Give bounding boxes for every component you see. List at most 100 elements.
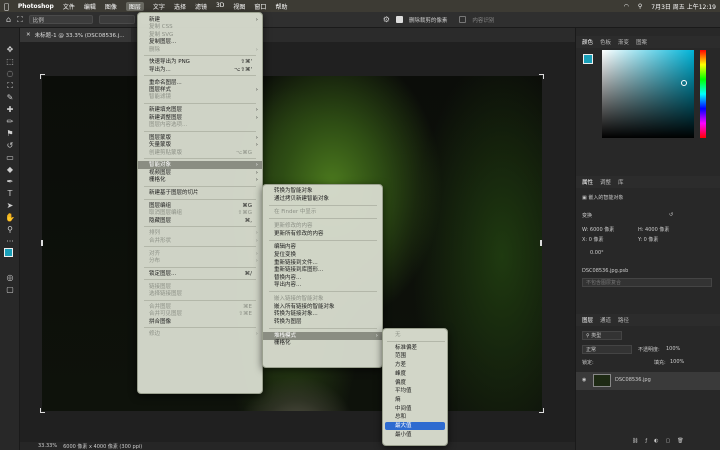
crop-tool-icon[interactable]: ⛶ bbox=[17, 15, 23, 25]
hand-icon[interactable]: ✋ bbox=[4, 212, 16, 223]
brush-icon[interactable]: ✏ bbox=[4, 116, 16, 127]
fill-value[interactable]: 100% bbox=[670, 359, 684, 365]
tab-patterns[interactable]: 图案 bbox=[636, 38, 647, 46]
tab-channels[interactable]: 通道 bbox=[600, 316, 611, 324]
tab-properties[interactable]: 属性 bbox=[582, 178, 593, 186]
history-brush-icon[interactable]: ↺ bbox=[4, 140, 16, 151]
crop-handle[interactable] bbox=[40, 408, 45, 413]
document-tab[interactable]: ✕ 未标题-1 @ 33.3% (DSC08536.j... bbox=[20, 28, 131, 42]
hue-slider[interactable] bbox=[700, 50, 706, 138]
screen-mode-icon[interactable]: ▢ bbox=[4, 284, 16, 295]
menubar-item[interactable]: 选择 bbox=[174, 2, 186, 11]
menubar-item[interactable]: 文字 bbox=[153, 2, 165, 11]
new-layer-icon[interactable]: ▢ bbox=[666, 438, 678, 444]
menu-item[interactable]: 最大值 bbox=[385, 422, 445, 430]
fx-icon[interactable]: ƒ bbox=[645, 438, 654, 444]
menubar-item[interactable]: 文件 bbox=[63, 2, 75, 11]
menubar-item[interactable]: 窗口 bbox=[254, 2, 266, 11]
lasso-tool-icon[interactable]: ◌ bbox=[4, 68, 16, 79]
content-aware-checkbox[interactable] bbox=[459, 16, 467, 23]
more-tools-icon[interactable]: ··· bbox=[4, 236, 16, 247]
clone-stamp-icon[interactable]: ⚑ bbox=[4, 128, 16, 139]
menubar-item[interactable]: 滤镜 bbox=[195, 2, 207, 11]
crop-handle[interactable] bbox=[40, 74, 45, 79]
mask-icon[interactable]: ◐ bbox=[654, 438, 665, 444]
color-picker-cursor[interactable] bbox=[681, 80, 687, 86]
menubar-item[interactable]: 3D bbox=[216, 2, 224, 11]
apple-icon[interactable]:  bbox=[4, 2, 9, 11]
menu-item[interactable]: 最小值 bbox=[385, 431, 445, 439]
zoom-icon[interactable]: ⚲ bbox=[4, 224, 16, 235]
y-value[interactable]: Y: 0 像素 bbox=[638, 236, 658, 243]
blur-icon[interactable]: ◆ bbox=[4, 164, 16, 175]
tab-layers[interactable]: 图层 bbox=[582, 316, 593, 324]
search-icon[interactable]: ⚲ bbox=[638, 3, 642, 10]
menu-item[interactable]: 平均值 bbox=[385, 387, 445, 395]
crop-handle[interactable] bbox=[539, 408, 544, 413]
menubar-item[interactable]: 图层 bbox=[125, 1, 144, 11]
menu-item[interactable]: 新建基于图层的切片 bbox=[138, 189, 262, 197]
width-value[interactable]: W: 6000 像素 bbox=[582, 226, 614, 233]
reset-icon[interactable]: ↺ bbox=[669, 212, 673, 218]
tab-gradients[interactable]: 渐变 bbox=[618, 38, 629, 46]
layer-comp-select[interactable]: 不包含图层复合 bbox=[582, 278, 712, 287]
layer-filter-select[interactable]: ⚲ 类型 bbox=[582, 331, 622, 340]
eye-icon[interactable]: ◉ bbox=[582, 377, 586, 383]
layer-row[interactable]: ◉ DSC08536.jpg bbox=[576, 372, 720, 390]
menu-item[interactable]: 标准偏差 bbox=[385, 344, 445, 352]
menu-item[interactable]: 通过拷贝新建智能对象 bbox=[263, 195, 382, 203]
close-icon[interactable]: ✕ bbox=[26, 32, 31, 38]
eraser-icon[interactable]: ▭ bbox=[4, 152, 16, 163]
menu-item[interactable]: 栅格化 › bbox=[138, 176, 262, 184]
wifi-icon[interactable]: ◠ bbox=[624, 3, 629, 10]
menu-item[interactable]: 导出内容... bbox=[263, 281, 382, 289]
foreground-color-swatch[interactable] bbox=[4, 248, 13, 257]
menu-item[interactable]: 锁定图层... ⌘/ bbox=[138, 270, 262, 278]
ratio-select[interactable]: 比例 bbox=[28, 15, 93, 24]
crop-icon[interactable]: ⛶ bbox=[4, 80, 16, 91]
x-value[interactable]: X: 0 像素 bbox=[582, 236, 603, 243]
marquee-tool-icon[interactable]: ⬚ bbox=[4, 56, 16, 67]
menu-item[interactable]: 拼合图像 bbox=[138, 318, 262, 326]
delete-cropped-checkbox[interactable] bbox=[395, 16, 403, 23]
tab-swatches[interactable]: 色板 bbox=[600, 38, 611, 46]
zoom-level[interactable]: 33.33% bbox=[38, 443, 57, 449]
eyedropper-icon[interactable]: ✎ bbox=[4, 92, 16, 103]
path-select-icon[interactable]: ➤ bbox=[4, 200, 16, 211]
tab-adjustments[interactable]: 调整 bbox=[600, 178, 611, 186]
healing-brush-icon[interactable]: ✚ bbox=[4, 104, 16, 115]
home-icon[interactable]: ⌂ bbox=[6, 15, 11, 24]
menu-item[interactable]: 偏度 bbox=[385, 379, 445, 387]
menubar-item[interactable]: 视图 bbox=[233, 2, 245, 11]
height-value[interactable]: H: 4000 像素 bbox=[638, 226, 669, 233]
tab-paths[interactable]: 路径 bbox=[618, 316, 629, 324]
crop-handle[interactable] bbox=[539, 74, 544, 79]
link-icon[interactable]: ⛓ bbox=[632, 438, 645, 444]
gear-icon[interactable]: ⚙ bbox=[383, 15, 390, 24]
clock[interactable]: 7月3日 周五 上午12:19 bbox=[651, 2, 716, 11]
menu-item[interactable]: 中间值 bbox=[385, 405, 445, 413]
menu-item[interactable]: 峰度 bbox=[385, 370, 445, 378]
app-name[interactable]: Photoshop bbox=[18, 3, 54, 10]
menubar-item[interactable]: 图像 bbox=[105, 2, 117, 11]
quick-mask-icon[interactable]: ◎ bbox=[4, 272, 16, 283]
menubar-item[interactable]: 编辑 bbox=[84, 2, 96, 11]
move-tool-icon[interactable]: ✥ bbox=[4, 44, 16, 55]
menu-item[interactable]: 总和 bbox=[385, 413, 445, 421]
angle-value[interactable]: 0.00° bbox=[590, 250, 604, 256]
menu-item[interactable]: 熵 bbox=[385, 396, 445, 404]
tab-libraries[interactable]: 库 bbox=[618, 178, 624, 186]
crop-handle[interactable] bbox=[540, 240, 542, 246]
menu-item[interactable]: 更新所有修改的内容 bbox=[263, 230, 382, 238]
menu-item[interactable]: 栅格化 bbox=[263, 339, 382, 347]
color-swatch-fg[interactable] bbox=[583, 54, 593, 64]
type-icon[interactable]: T bbox=[4, 188, 16, 199]
trash-icon[interactable]: 🗑 bbox=[677, 438, 690, 444]
menubar-item[interactable]: 帮助 bbox=[275, 2, 287, 11]
menu-item[interactable]: 导出为... ⌥⇧⌘' bbox=[138, 66, 262, 74]
menu-item[interactable]: 方差 bbox=[385, 361, 445, 369]
color-picker-field[interactable] bbox=[602, 50, 694, 138]
blend-mode-select[interactable]: 正常 bbox=[582, 345, 632, 354]
tab-color[interactable]: 颜色 bbox=[582, 38, 593, 46]
width-field[interactable] bbox=[98, 15, 135, 24]
